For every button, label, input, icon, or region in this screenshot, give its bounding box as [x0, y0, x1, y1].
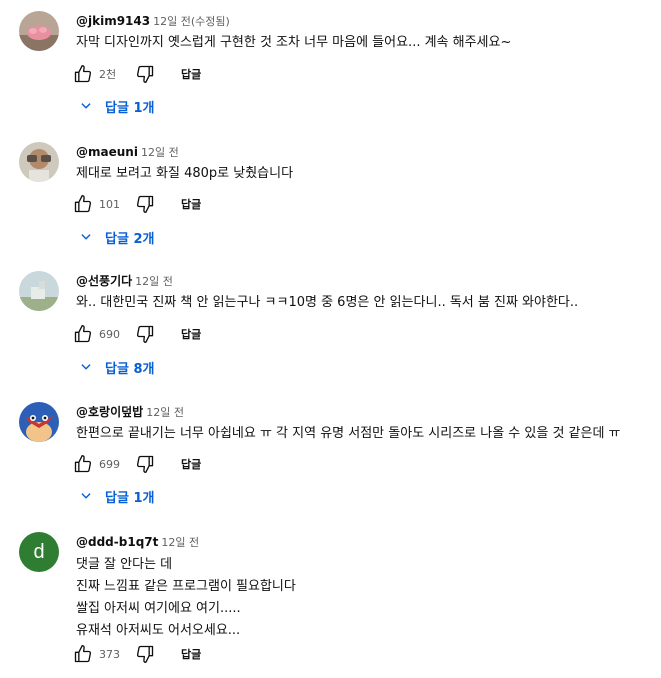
- comment-line: 자막 디자인까지 옛스럽게 구현한 것 조차 너무 마음에 들어요... 계속 …: [76, 35, 512, 50]
- avatar[interactable]: [19, 271, 59, 311]
- comment-actions: 690 답글: [71, 322, 201, 346]
- comment-time[interactable]: 12일 전(수정됨): [153, 15, 230, 28]
- landscape-avatar-icon: [19, 271, 59, 311]
- comment-header: @maeuni 12일 전: [76, 143, 179, 161]
- comment-line: 진짜 느낌표 같은 프로그램이 필요합니다: [76, 579, 296, 594]
- replies-count-label: 답글 8개: [105, 361, 155, 377]
- like-count: 690: [99, 327, 120, 341]
- replies-count-label: 답글 1개: [105, 490, 155, 506]
- comment-text: 한편으로 끝내기는 너무 아쉽네요 ㅠ 각 지역 유명 서점만 돌아도 시리즈로…: [76, 424, 621, 444]
- replies-count-label: 답글 2개: [105, 231, 155, 247]
- cartoon-face-avatar-icon: [19, 402, 59, 442]
- comment-actions: 699 답글: [71, 452, 201, 476]
- reply-button[interactable]: 답글: [181, 196, 201, 212]
- comment-line: 유재석 아저씨도 어서오세요...: [76, 623, 241, 638]
- avatar[interactable]: [19, 11, 59, 51]
- avatar[interactable]: d: [19, 532, 59, 572]
- comment-line: 댓글 잘 안다는 데: [76, 557, 173, 572]
- comment-header: @ddd-b1q7t 12일 전: [76, 533, 199, 551]
- replies-count-label: 답글 1개: [105, 100, 155, 116]
- thumbs-down-icon: [136, 325, 154, 343]
- comment-author[interactable]: @호랑이덮밥: [76, 405, 143, 419]
- comment-line: 제대로 보려고 화질 480p로 낮췄습니다: [76, 166, 294, 181]
- chevron-down-icon: [78, 98, 94, 114]
- chevron-down-icon: [78, 359, 94, 375]
- comment-actions: 101 답글: [71, 192, 201, 216]
- like-button[interactable]: [71, 642, 95, 666]
- photo-avatar-icon: [19, 142, 59, 182]
- reply-button[interactable]: 답글: [181, 326, 201, 342]
- like-button[interactable]: [71, 192, 95, 216]
- thumbs-up-icon: [74, 65, 92, 83]
- thumbs-up-icon: [74, 455, 92, 473]
- comment-time[interactable]: 12일 전: [141, 146, 179, 159]
- comment-text: 제대로 보려고 화질 480p로 낮췄습니다: [76, 164, 293, 184]
- comment-actions: 373 답글: [71, 642, 201, 666]
- like-button[interactable]: [71, 322, 95, 346]
- dislike-button[interactable]: [133, 642, 157, 666]
- like-count: 373: [99, 647, 120, 661]
- view-replies-button[interactable]: 답글 2개: [78, 227, 154, 247]
- view-replies-button[interactable]: 답글 1개: [78, 486, 154, 506]
- comment-author[interactable]: @maeuni: [76, 145, 138, 159]
- like-count: 699: [99, 457, 120, 471]
- comment-time[interactable]: 12일 전: [161, 536, 199, 549]
- avatar[interactable]: [19, 142, 59, 182]
- like-button[interactable]: [71, 452, 95, 476]
- comment-line: 한편으로 끝내기는 너무 아쉽네요 ㅠ 각 지역 유명 서점만 돌아도 시리즈로…: [76, 426, 621, 441]
- thumbs-up-icon: [74, 645, 92, 663]
- thumbs-down-icon: [136, 645, 154, 663]
- like-button[interactable]: [71, 62, 95, 86]
- pink-flower-avatar-icon: [19, 11, 59, 51]
- comment-time[interactable]: 12일 전: [146, 406, 184, 419]
- comment-line: 쌀집 아저씨 여기에요 여기.....: [76, 601, 241, 616]
- reply-button[interactable]: 답글: [181, 456, 201, 472]
- comment-time[interactable]: 12일 전: [135, 275, 173, 288]
- thumbs-up-icon: [74, 325, 92, 343]
- comment-header: @jkim9143 12일 전(수정됨): [76, 12, 230, 30]
- dislike-button[interactable]: [133, 62, 157, 86]
- comment-text: 와.. 대한민국 진짜 책 안 읽는구나 ㅋㅋ10명 중 6명은 안 읽는다니.…: [76, 293, 578, 313]
- comment-header: @선풍기다 12일 전: [76, 272, 173, 290]
- thumbs-down-icon: [136, 455, 154, 473]
- thumbs-up-icon: [74, 195, 92, 213]
- like-count: 2천: [99, 68, 117, 81]
- thumbs-down-icon: [136, 195, 154, 213]
- chevron-down-icon: [78, 488, 94, 504]
- thumbs-down-icon: [136, 65, 154, 84]
- dislike-button[interactable]: [133, 192, 157, 216]
- view-replies-button[interactable]: 답글 8개: [78, 357, 154, 377]
- dislike-button[interactable]: [133, 452, 157, 476]
- comment-author[interactable]: @jkim9143: [76, 14, 150, 28]
- comment-header: @호랑이덮밥 12일 전: [76, 403, 184, 421]
- reply-button[interactable]: 답글: [181, 66, 201, 82]
- comment-author[interactable]: @ddd-b1q7t: [76, 535, 158, 549]
- comment-line: 와.. 대한민국 진짜 책 안 읽는구나 ㅋㅋ10명 중 6명은 안 읽는다니.…: [76, 295, 579, 310]
- comment-text: 자막 디자인까지 옛스럽게 구현한 것 조차 너무 마음에 들어요... 계속 …: [76, 33, 511, 53]
- avatar[interactable]: [19, 402, 59, 442]
- reply-button[interactable]: 답글: [181, 646, 201, 662]
- comment-author[interactable]: @선풍기다: [76, 274, 132, 288]
- like-count: 101: [99, 197, 120, 211]
- letter-avatar-icon: d: [33, 540, 45, 563]
- dislike-button[interactable]: [133, 322, 157, 346]
- comment-text: 댓글 잘 안다는 데 진짜 느낌표 같은 프로그램이 필요합니다 쌀집 아저씨 …: [76, 554, 296, 642]
- comment-actions: 2천 답글: [71, 62, 201, 86]
- view-replies-button[interactable]: 답글 1개: [78, 96, 154, 116]
- chevron-down-icon: [78, 229, 94, 245]
